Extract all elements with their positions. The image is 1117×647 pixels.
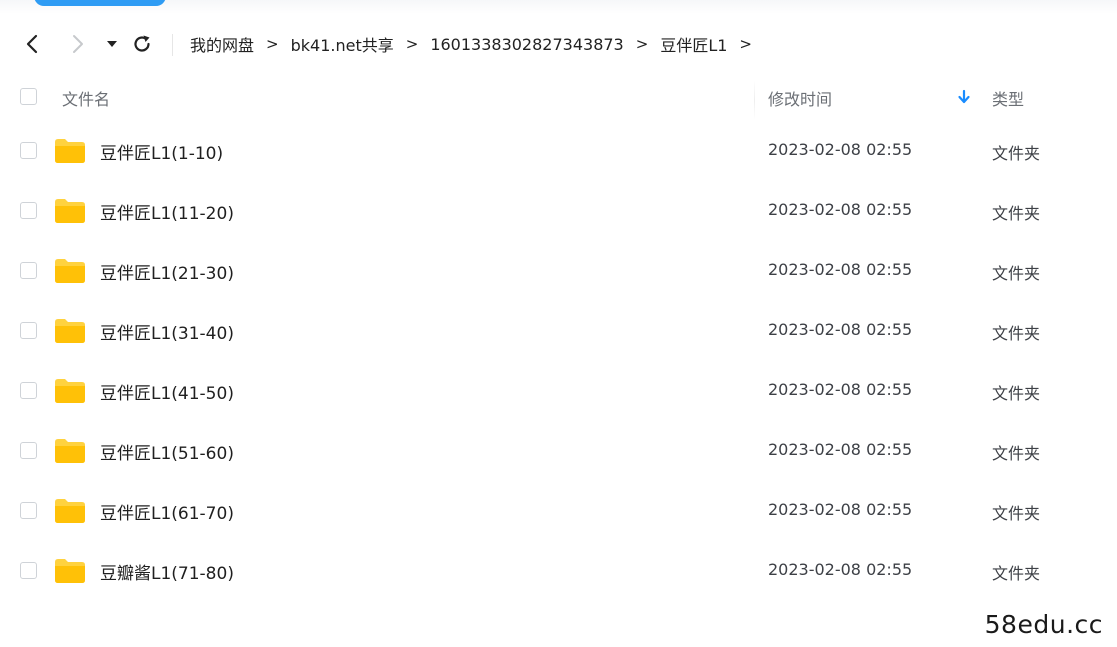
select-all-checkbox[interactable] [20, 88, 37, 105]
file-list: 豆伴匠L1(1-10) 2023-02-08 02:55 文件夹 豆伴匠L1(1… [0, 121, 1117, 601]
breadcrumb-item-my-drive[interactable]: 我的网盘 [190, 32, 254, 56]
file-row[interactable]: 豆伴匠L1(51-60) 2023-02-08 02:55 文件夹 [0, 421, 1117, 481]
row-checkbox[interactable] [20, 442, 37, 459]
watermark-text: 58edu.cc [984, 610, 1103, 639]
folder-icon [55, 499, 85, 523]
top-shadow [0, 0, 1117, 14]
file-type: 文件夹 [992, 444, 1041, 463]
row-checkbox[interactable] [20, 202, 37, 219]
file-row[interactable]: 豆伴匠L1(41-50) 2023-02-08 02:55 文件夹 [0, 361, 1117, 421]
row-checkbox[interactable] [20, 142, 37, 159]
forward-button[interactable] [66, 32, 90, 56]
breadcrumb: 我的网盘 > bk41.net共享 > 1601338302827343873 … [190, 32, 764, 56]
folder-icon [55, 379, 85, 403]
row-checkbox[interactable] [20, 562, 37, 579]
file-type: 文件夹 [992, 384, 1041, 403]
file-name[interactable]: 豆伴匠L1(1-10) [100, 139, 223, 164]
folder-icon [55, 259, 85, 283]
modified-time: 2023-02-08 02:55 [768, 380, 913, 399]
file-type: 文件夹 [992, 564, 1041, 583]
row-checkbox[interactable] [20, 502, 37, 519]
modified-time: 2023-02-08 02:55 [768, 560, 913, 579]
file-row[interactable]: 豆伴匠L1(1-10) 2023-02-08 02:55 文件夹 [0, 121, 1117, 181]
file-list-header: 文件名 修改时间 类型 [0, 76, 1117, 120]
file-row[interactable]: 豆伴匠L1(21-30) 2023-02-08 02:55 文件夹 [0, 241, 1117, 301]
modified-time: 2023-02-08 02:55 [768, 320, 913, 339]
breadcrumb-separator[interactable]: > [739, 35, 752, 53]
file-type: 文件夹 [992, 264, 1041, 283]
breadcrumb-item-id-folder[interactable]: 1601338302827343873 [430, 35, 623, 54]
file-name[interactable]: 豆伴匠L1(51-60) [100, 439, 234, 464]
file-name[interactable]: 豆伴匠L1(41-50) [100, 379, 234, 404]
breadcrumb-separator: > [635, 35, 649, 53]
back-button[interactable] [20, 32, 44, 56]
file-row[interactable]: 豆伴匠L1(31-40) 2023-02-08 02:55 文件夹 [0, 301, 1117, 361]
file-type: 文件夹 [992, 144, 1041, 163]
file-row[interactable]: 豆伴匠L1(11-20) 2023-02-08 02:55 文件夹 [0, 181, 1117, 241]
file-row[interactable]: 豆瓣酱L1(71-80) 2023-02-08 02:55 文件夹 [0, 541, 1117, 601]
arrow-down-icon[interactable] [956, 88, 972, 106]
refresh-button[interactable] [130, 32, 154, 56]
modified-time: 2023-02-08 02:55 [768, 260, 913, 279]
breadcrumb-separator: > [266, 35, 279, 53]
breadcrumb-item-current[interactable]: 豆伴匠L1 [660, 32, 727, 56]
file-type: 文件夹 [992, 204, 1041, 223]
row-checkbox[interactable] [20, 322, 37, 339]
folder-icon [55, 319, 85, 343]
row-checkbox[interactable] [20, 382, 37, 399]
breadcrumb-separator: > [405, 35, 419, 53]
column-divider[interactable] [754, 80, 755, 120]
column-header-type[interactable]: 类型 [992, 86, 1024, 110]
folder-icon [55, 439, 85, 463]
column-header-name[interactable]: 文件名 [62, 86, 110, 110]
folder-icon [55, 559, 85, 583]
modified-time: 2023-02-08 02:55 [768, 140, 913, 159]
folder-icon [55, 139, 85, 163]
file-name[interactable]: 豆瓣酱L1(71-80) [100, 559, 234, 584]
file-name[interactable]: 豆伴匠L1(11-20) [100, 199, 234, 224]
file-name[interactable]: 豆伴匠L1(31-40) [100, 319, 234, 344]
modified-time: 2023-02-08 02:55 [768, 200, 913, 219]
chevron-right-icon [73, 35, 83, 53]
chevron-left-icon [26, 34, 38, 54]
file-type: 文件夹 [992, 324, 1041, 343]
nav-separator [172, 34, 173, 56]
file-name[interactable]: 豆伴匠L1(21-30) [100, 259, 234, 284]
caret-down-icon [107, 41, 117, 47]
file-name[interactable]: 豆伴匠L1(61-70) [100, 499, 234, 524]
history-dropdown-button[interactable] [100, 32, 124, 56]
refresh-icon [134, 35, 150, 52]
navigation-bar: 我的网盘 > bk41.net共享 > 1601338302827343873 … [0, 24, 1117, 64]
file-row[interactable]: 豆伴匠L1(61-70) 2023-02-08 02:55 文件夹 [0, 481, 1117, 541]
column-header-modified-time[interactable]: 修改时间 [768, 86, 832, 110]
file-type: 文件夹 [992, 504, 1041, 523]
modified-time: 2023-02-08 02:55 [768, 500, 913, 519]
breadcrumb-item-share[interactable]: bk41.net共享 [291, 32, 394, 56]
modified-time: 2023-02-08 02:55 [768, 440, 913, 459]
folder-icon [55, 199, 85, 223]
upload-button[interactable] [34, 0, 166, 6]
row-checkbox[interactable] [20, 262, 37, 279]
